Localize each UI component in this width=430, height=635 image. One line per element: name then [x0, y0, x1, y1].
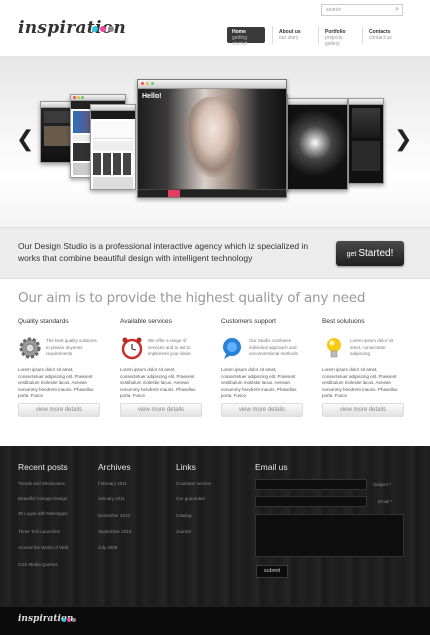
view-more-details-button[interactable]: view more details [221, 403, 303, 417]
footer-link[interactable]: Catalog [176, 513, 192, 518]
column-title: Customers support [221, 318, 276, 325]
logo-dot-grey [108, 26, 114, 32]
links-title: Links [176, 462, 196, 472]
archive-link[interactable]: December 2010 [98, 513, 130, 518]
chevron-left-icon[interactable]: ❮ [16, 127, 34, 152]
nav-home-sub: getting started [232, 35, 248, 47]
column-title: Available services [120, 318, 172, 325]
nav-divider [318, 26, 319, 44]
logo-dot-pink [100, 26, 106, 32]
column-text: Lorem ipsum dolor sit amet, consectetuer… [221, 367, 297, 398]
archive-link[interactable]: September 2010 [98, 529, 131, 534]
column-title: Quality standards [18, 318, 69, 325]
nav-about-sub: our story [279, 35, 299, 41]
nav-portfolio[interactable]: Portfolio projects gallery [320, 27, 362, 47]
search-input[interactable]: search ⌕ [321, 4, 403, 16]
footer-logo-dot-blue [62, 618, 66, 622]
get-started-button[interactable]: get Started! [336, 241, 404, 266]
section-heading: Our aim is to provide the highest qualit… [18, 290, 366, 306]
submit-button[interactable]: submit [256, 565, 288, 578]
column-text: Lorem ipsum dolor sit amet, consectetuer… [322, 367, 398, 398]
intro-text: Our Design Studio is a professional inte… [18, 241, 309, 263]
column-desc: Lorem ipsum dolor sit amet, consectetur … [350, 338, 394, 356]
column-desc: We offer a range of services and to aid … [148, 338, 191, 356]
slide-hello-text: Hello! [142, 93, 162, 100]
search-placeholder: search [326, 7, 342, 13]
nav-about[interactable]: About us our story [274, 27, 312, 43]
slide-thumbnail[interactable] [90, 104, 136, 190]
logo-dot-blue [92, 26, 98, 32]
gear-icon [19, 337, 41, 359]
search-icon[interactable]: ⌕ [395, 6, 399, 14]
footer-link[interactable]: Customer service [176, 481, 211, 486]
footer-link[interactable]: Around the World of Web [18, 545, 68, 550]
nav-home[interactable]: Home getting started [227, 27, 265, 47]
chat-icon [223, 338, 241, 359]
subject-field[interactable] [255, 479, 367, 490]
archives-title: Archives [98, 462, 131, 472]
alarm-clock-icon [121, 337, 143, 360]
footer-link[interactable]: Trends and Showcases [18, 481, 65, 486]
nav-divider [362, 26, 363, 44]
message-textarea[interactable] [255, 514, 404, 557]
email-label: Email * [378, 499, 393, 504]
view-more-details-button[interactable]: view more details [18, 403, 100, 417]
footer-link[interactable]: 35 Logos with Messages [18, 511, 68, 516]
nav-contacts[interactable]: Contacts contact us [364, 27, 404, 43]
footer-link[interactable]: Our guarantee [176, 496, 205, 501]
column-title: Best solutuons [322, 318, 365, 325]
get-started-prefix: get [346, 251, 359, 258]
slide-thumbnail[interactable] [348, 98, 384, 184]
showcase-slider: ❮ ❯ Hello! [0, 56, 430, 227]
footer-link[interactable]: Beautiful Vintage Design [18, 496, 67, 501]
recent-posts-title: Recent posts [18, 462, 68, 472]
lightbulb-icon [327, 338, 341, 358]
nav-contacts-sub: contact us [369, 35, 392, 41]
view-more-details-button[interactable]: view more details [322, 403, 404, 417]
footer-logo-dot-pink [67, 618, 71, 622]
get-started-label: Started! [358, 248, 394, 259]
footer-logo-dot-grey [72, 618, 76, 622]
nav-divider [272, 26, 273, 44]
archive-link[interactable]: January 2011 [98, 496, 125, 501]
footer-link[interactable]: CSS Media Queries [18, 562, 58, 567]
footer-link[interactable]: Three Tool Launches [18, 529, 60, 534]
column-desc: The best quality solutions to please any… [46, 338, 97, 356]
subject-label: Subject * [373, 482, 392, 487]
column-text: Lorem ipsum dolor sit amet, consectetuer… [120, 367, 196, 398]
archive-link[interactable]: July 2009 [98, 545, 117, 550]
email-field[interactable] [255, 496, 367, 507]
slide-thumbnail[interactable] [282, 98, 348, 190]
view-more-details-button[interactable]: view more details [120, 403, 202, 417]
nav-portfolio-sub: projects gallery [325, 35, 343, 47]
footer-link[interactable]: Journal [176, 529, 191, 534]
column-desc: Our Studio combines individual approach … [249, 338, 298, 356]
email-us-title: Email us [255, 462, 288, 472]
column-text: Lorem ipsum dolor sit amet, consectetuer… [18, 367, 94, 398]
slide-main[interactable]: Hello! [137, 79, 287, 198]
chevron-right-icon[interactable]: ❯ [394, 127, 412, 152]
archive-link[interactable]: February 2011 [98, 481, 127, 486]
